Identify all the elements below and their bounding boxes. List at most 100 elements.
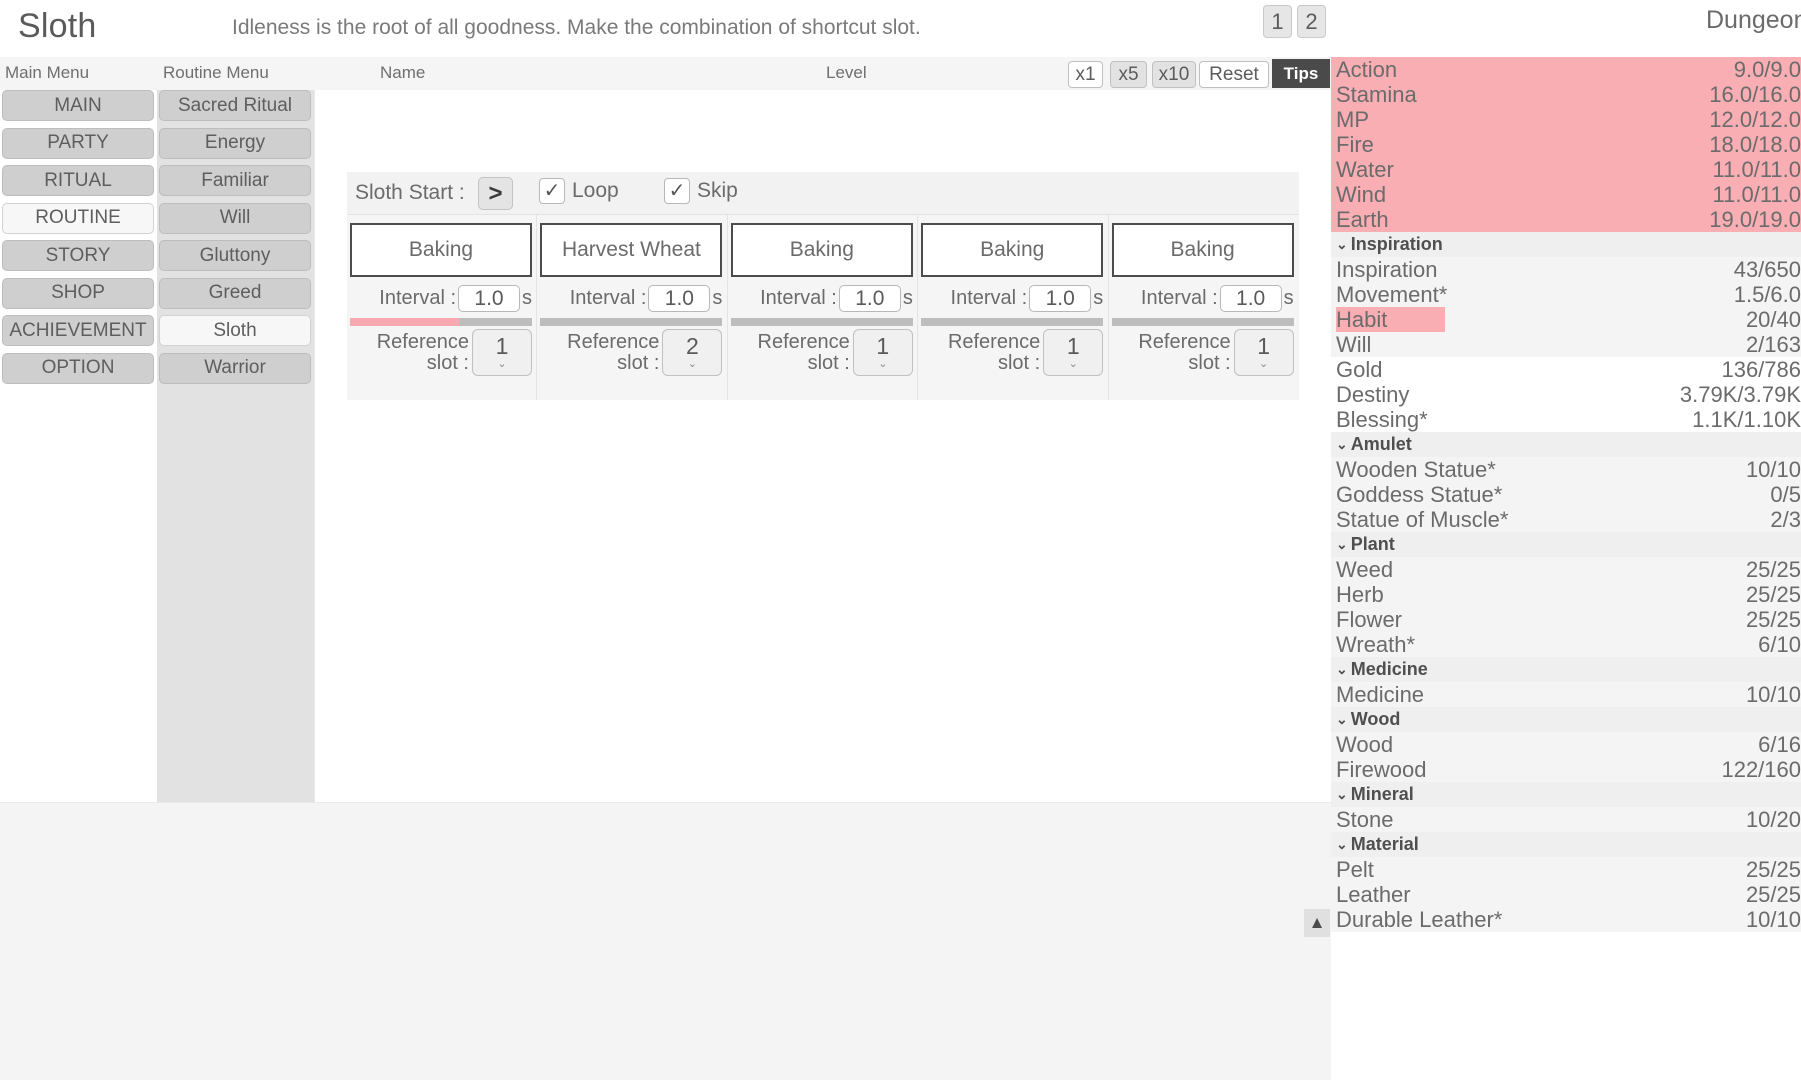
- stat-value: 2/3: [1770, 506, 1801, 532]
- main-menu-item-ritual[interactable]: RITUAL: [2, 165, 154, 196]
- stat-row[interactable]: Action 9.0/9.0: [1331, 57, 1801, 82]
- stat-row[interactable]: Firewood 122/160: [1331, 757, 1801, 782]
- stat-group-inspiration[interactable]: ⌄ Inspiration: [1331, 232, 1801, 257]
- stat-group-material[interactable]: ⌄ Material: [1331, 832, 1801, 857]
- main-menu-item-main[interactable]: MAIN: [2, 90, 154, 121]
- routine-menu-item-sacred-ritual[interactable]: Sacred Ritual: [159, 90, 311, 121]
- chevron-down-icon: ⌄: [1336, 786, 1348, 802]
- slot-reference-select[interactable]: 1 ⌄: [472, 329, 532, 376]
- stat-row[interactable]: Pelt 25/25: [1331, 857, 1801, 882]
- routine-menu-item-gluttony[interactable]: Gluttony: [159, 240, 311, 271]
- slot-action-name-button[interactable]: Harvest Wheat: [540, 223, 723, 277]
- stat-group-amulet[interactable]: ⌄ Amulet: [1331, 432, 1801, 457]
- sloth-routine-panel: Sloth Start : > ✓ Loop ✓ Skip Baking Inte…: [347, 172, 1300, 400]
- chevron-down-icon: ⌄: [1068, 358, 1078, 370]
- stat-row[interactable]: Stone 10/20: [1331, 807, 1801, 832]
- routine-menu-item-warrior[interactable]: Warrior: [159, 352, 311, 384]
- routine-menu-item-label: Sloth: [213, 319, 257, 341]
- stat-group-plant[interactable]: ⌄ Plant: [1331, 532, 1801, 557]
- slot-action-name-button[interactable]: Baking: [730, 223, 913, 277]
- slot-action-name-button[interactable]: Baking: [1111, 223, 1294, 277]
- routine-menu-item-greed[interactable]: Greed: [159, 277, 311, 309]
- slot-interval-input[interactable]: 1.0: [458, 285, 520, 312]
- stat-row[interactable]: Flower 25/25: [1331, 607, 1801, 632]
- scroll-up-button[interactable]: ▲: [1304, 909, 1330, 937]
- slot-interval-unit: s: [902, 287, 913, 309]
- slot-progress-bar: [350, 318, 532, 326]
- slot-interval-label: Interval :: [379, 287, 456, 309]
- slot-action-name-button[interactable]: Baking: [350, 223, 532, 277]
- page-button-2[interactable]: 2: [1297, 5, 1326, 38]
- slot-action-name-button[interactable]: Baking: [921, 223, 1104, 277]
- slot-reference-select[interactable]: 1 ⌄: [1043, 329, 1104, 376]
- slot-interval-row: Interval :1.0 s: [1109, 285, 1300, 312]
- stat-row[interactable]: MP 12.0/12.0: [1331, 107, 1801, 132]
- skip-checkbox[interactable]: ✓ Skip: [664, 178, 738, 204]
- stat-row[interactable]: Wooden Statue* 10/10: [1331, 457, 1801, 482]
- stat-row[interactable]: Movement* 1.5/6.0: [1331, 282, 1801, 307]
- main-menu-panel: MAIN PARTY RITUAL ROUTINE STORY SHOP ACHIEVEME…: [0, 90, 156, 802]
- stat-row[interactable]: Herb 25/25: [1331, 582, 1801, 607]
- slot-reference-select[interactable]: 1 ⌄: [1233, 329, 1294, 376]
- stat-row[interactable]: Leather 25/25: [1331, 882, 1801, 907]
- stat-row[interactable]: Durable Leather* 10/10: [1331, 907, 1801, 932]
- multiplier-x1-button[interactable]: x1: [1068, 61, 1103, 88]
- stat-group-wood[interactable]: ⌄ Wood: [1331, 707, 1801, 732]
- slot-interval-input[interactable]: 1.0: [838, 285, 901, 312]
- stat-row[interactable]: Weed 25/25: [1331, 557, 1801, 582]
- main-menu-item-label: OPTION: [41, 357, 115, 378]
- stat-row[interactable]: Wood 6/16: [1331, 732, 1801, 757]
- loop-checkbox[interactable]: ✓ Loop: [539, 178, 619, 204]
- stat-row[interactable]: Statue of Muscle* 2/3: [1331, 507, 1801, 532]
- slot-interval-input[interactable]: 1.0: [1219, 285, 1282, 312]
- stat-group-medicine[interactable]: ⌄ Medicine: [1331, 657, 1801, 682]
- main-menu-item-achievement[interactable]: ACHIEVEMENT: [2, 315, 154, 346]
- routine-menu-item-energy[interactable]: Energy: [159, 127, 311, 159]
- slot-progress-bar: [730, 318, 913, 326]
- main-menu-item-option[interactable]: OPTION: [2, 352, 154, 384]
- stat-label: Habit: [1336, 306, 1445, 333]
- slot-interval-input[interactable]: 1.0: [1029, 285, 1092, 312]
- stat-row[interactable]: Earth 19.0/19.0: [1331, 207, 1801, 232]
- stat-group-mineral[interactable]: ⌄ Mineral: [1331, 782, 1801, 807]
- routine-menu-item-sloth[interactable]: Sloth: [159, 315, 311, 346]
- stat-row[interactable]: Blessing* 1.1K/1.10K: [1331, 407, 1801, 432]
- stat-group-label: Medicine: [1350, 659, 1428, 679]
- stat-value: 43/650: [1733, 256, 1801, 282]
- reset-button[interactable]: Reset: [1199, 61, 1269, 88]
- routine-menu-item-familiar[interactable]: Familiar: [159, 165, 311, 196]
- stat-value: 19.0/19.0: [1709, 206, 1801, 232]
- slot-reference-select[interactable]: 2 ⌄: [662, 329, 723, 376]
- stat-row[interactable]: Wreath* 6/10: [1331, 632, 1801, 657]
- stat-row[interactable]: Habit 20/40: [1331, 306, 1801, 333]
- main-menu-item-routine[interactable]: ROUTINE: [2, 202, 154, 234]
- page-button-1[interactable]: 1: [1263, 5, 1292, 38]
- slot-interval-input[interactable]: 1.0: [648, 285, 711, 312]
- main-menu-item-party[interactable]: PARTY: [2, 127, 154, 159]
- stat-row[interactable]: Water 11.0/11.0: [1331, 157, 1801, 182]
- stat-row[interactable]: Wind 11.0/11.0: [1331, 182, 1801, 207]
- main-menu-item-shop[interactable]: SHOP: [2, 277, 154, 309]
- dungeon-label[interactable]: Dungeon: [1706, 6, 1801, 35]
- stat-row[interactable]: Medicine 10/10: [1331, 682, 1801, 707]
- stat-row[interactable]: Goddess Statue* 0/5: [1331, 482, 1801, 507]
- sloth-start-button[interactable]: >: [478, 177, 513, 210]
- stat-row[interactable]: Destiny 3.79K/3.79K: [1331, 382, 1801, 407]
- main-menu-item-story[interactable]: STORY: [2, 240, 154, 271]
- main-menu-item-label: ACHIEVEMENT: [9, 319, 147, 341]
- stat-value: 11.0/11.0: [1712, 156, 1801, 182]
- loop-label: Loop: [572, 179, 619, 202]
- stat-row[interactable]: Inspiration 43/650: [1331, 257, 1801, 282]
- stat-row[interactable]: Fire 18.0/18.0: [1331, 132, 1801, 157]
- multiplier-x5-button[interactable]: x5: [1110, 61, 1147, 88]
- column-header-name: Name: [380, 63, 426, 82]
- stat-row[interactable]: Gold 136/786: [1331, 357, 1801, 382]
- stat-row[interactable]: Will 2/163: [1331, 332, 1801, 357]
- slot-reference-row: Reference slot :1 ⌄: [728, 329, 919, 376]
- stats-sidebar[interactable]: Action 9.0/9.0 Stamina 16.0/16.0 MP 12.0/12.0…: [1331, 57, 1801, 1080]
- multiplier-x10-button[interactable]: x10: [1152, 61, 1196, 88]
- stat-row[interactable]: Stamina 16.0/16.0: [1331, 82, 1801, 107]
- routine-menu-item-will[interactable]: Will: [159, 202, 311, 234]
- tips-button[interactable]: Tips: [1272, 59, 1330, 88]
- slot-reference-select[interactable]: 1 ⌄: [852, 329, 913, 376]
